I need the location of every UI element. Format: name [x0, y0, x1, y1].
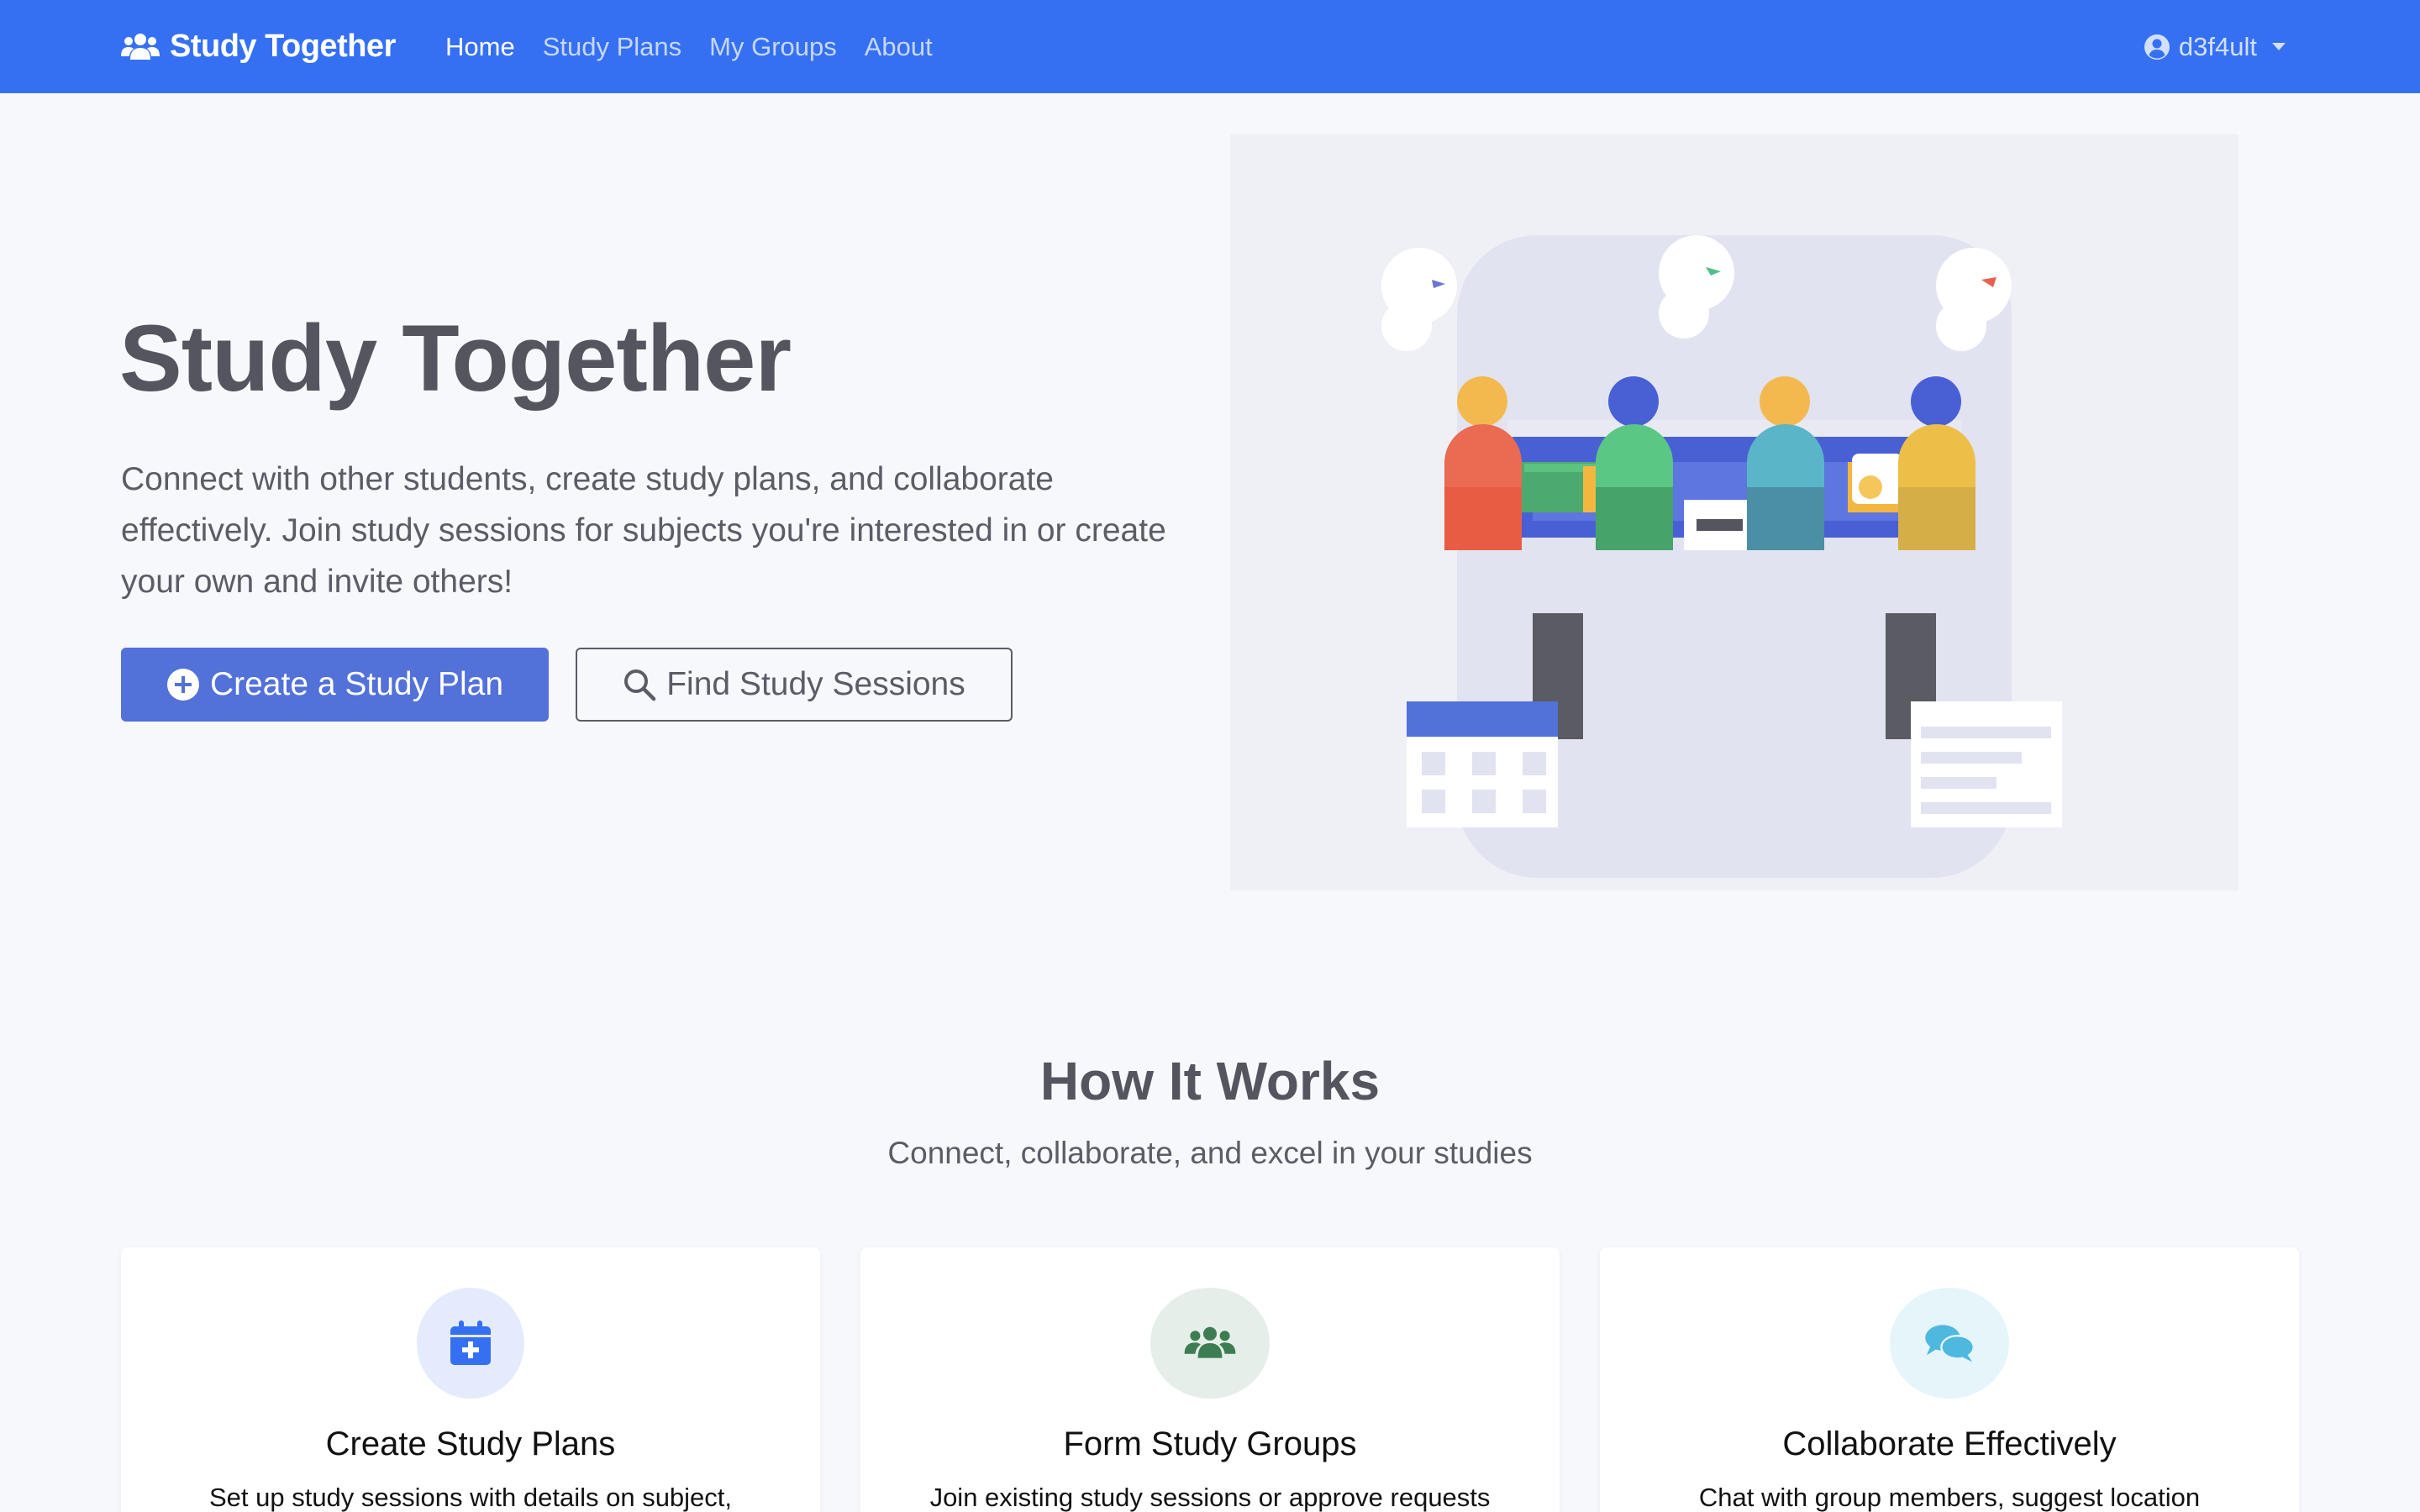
feature-card-create-plans: Create Study Plans Set up study sessions…: [121, 1247, 820, 1512]
chevron-down-icon: [2272, 43, 2286, 50]
brand-link[interactable]: Study Together: [121, 0, 396, 93]
how-it-works-subtitle: Connect, collaborate, and excel in your …: [887, 1136, 1533, 1170]
nav-links: Home Study Plans My Groups About: [445, 0, 933, 93]
hero-title: Study Together: [119, 306, 792, 411]
card-text: Chat with group members, suggest locatio…: [1698, 1483, 2201, 1512]
comments-icon: [1890, 1288, 2009, 1399]
plus-circle-icon: [166, 669, 199, 701]
feature-card-collaborate: Collaborate Effectively Chat with group …: [1600, 1247, 2299, 1512]
nav-about[interactable]: About: [865, 32, 933, 62]
thought-bubble-1: [1381, 248, 1457, 351]
users-logo-icon: [121, 33, 160, 60]
users-icon: [1150, 1288, 1270, 1399]
card-text: Set up study sessions with details on su…: [208, 1483, 733, 1512]
nav-study-plans[interactable]: Study Plans: [543, 32, 681, 62]
feature-card-form-groups: Form Study Groups Join existing study se…: [860, 1247, 1560, 1512]
study-group-illustration: [1381, 235, 2062, 878]
username: d3f4ult: [2178, 31, 2257, 61]
brand-label: Study Together: [170, 29, 396, 64]
card-title: Form Study Groups: [1063, 1425, 1357, 1462]
user-circle-icon: [2144, 34, 2170, 60]
how-it-works-title: How It Works: [1039, 1051, 1381, 1111]
search-icon: [624, 669, 656, 701]
document-graphic: [1911, 701, 2062, 827]
user-dropdown[interactable]: d3f4ult: [2144, 0, 2286, 93]
find-study-sessions-label: Find Study Sessions: [666, 666, 965, 702]
hero-lead: Connect with other students, create stud…: [121, 461, 1166, 600]
find-study-sessions-button[interactable]: Find Study Sessions: [576, 648, 1013, 722]
calendar-plus-icon: [417, 1288, 524, 1399]
card-title: Create Study Plans: [325, 1425, 616, 1462]
nav-home[interactable]: Home: [445, 32, 515, 62]
create-study-plan-label: Create a Study Plan: [209, 666, 504, 702]
navbar: Study Together Home Study Plans My Group…: [0, 0, 2420, 93]
calendar-graphic: [1407, 701, 1558, 827]
nav-my-groups[interactable]: My Groups: [709, 32, 837, 62]
hero-illustration: [1230, 134, 2238, 890]
card-title: Collaborate Effectively: [1782, 1425, 2117, 1462]
create-study-plan-button[interactable]: Create a Study Plan: [121, 648, 549, 722]
card-text: Join existing study sessions or approve …: [929, 1483, 1491, 1512]
